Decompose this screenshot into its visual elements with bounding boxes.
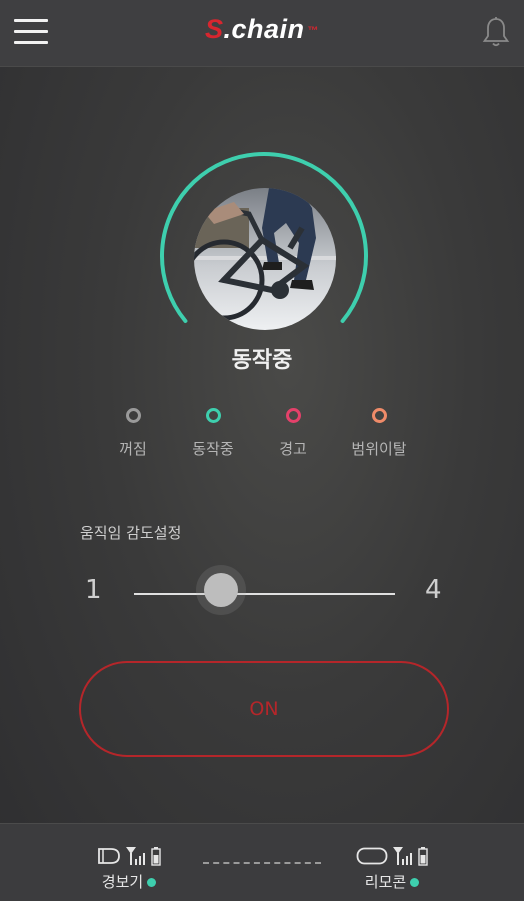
- logo-trademark: ™: [307, 24, 320, 37]
- power-on-button[interactable]: ON: [79, 661, 449, 757]
- bottom-device-bar: 경보기 리모콘: [0, 823, 524, 901]
- remote-status-dot: [410, 878, 420, 887]
- sensitivity-slider-track[interactable]: [134, 593, 395, 595]
- status-title: 동작중: [231, 348, 293, 373]
- alarm-status-dot: [147, 878, 157, 887]
- legend-dot-active: [205, 408, 221, 423]
- remote-device-icon: [356, 847, 388, 865]
- remote-device-status: 리모콘: [350, 842, 434, 892]
- legend-item-warning: 경고: [243, 408, 343, 459]
- remote-label: 리모콘: [364, 873, 407, 891]
- legend-dot-off: [125, 408, 141, 423]
- alarm-device-icon: [98, 848, 120, 864]
- app-logo: S.chain ™: [0, 14, 524, 45]
- bicycle-photo: [194, 188, 336, 330]
- signal-icon: [393, 847, 412, 865]
- legend-label-out-of-range: 범위이탈: [351, 440, 407, 458]
- connection-dashed-line: [203, 862, 321, 864]
- top-app-bar: S.chain ™: [0, 0, 524, 67]
- alarm-label: 경보기: [101, 873, 144, 891]
- logo-text: .chain: [223, 14, 305, 44]
- bell-icon[interactable]: [482, 16, 510, 48]
- battery-icon: [418, 847, 428, 866]
- legend-dot-warning: [285, 408, 301, 423]
- legend-item-out-of-range: 범위이탈: [329, 408, 429, 459]
- legend-dot-out-of-range: [371, 408, 387, 423]
- sensitivity-slider-thumb[interactable]: [204, 573, 238, 607]
- logo-s: S: [204, 14, 224, 44]
- slider-min-label: 1: [85, 575, 102, 605]
- slider-max-label: 4: [425, 575, 442, 605]
- battery-icon: [151, 847, 161, 866]
- legend-label-warning: 경고: [279, 440, 307, 458]
- signal-icon: [126, 847, 145, 865]
- sensitivity-label: 움직임 감도설정: [80, 524, 182, 542]
- alarm-device-status: 경보기: [91, 842, 167, 892]
